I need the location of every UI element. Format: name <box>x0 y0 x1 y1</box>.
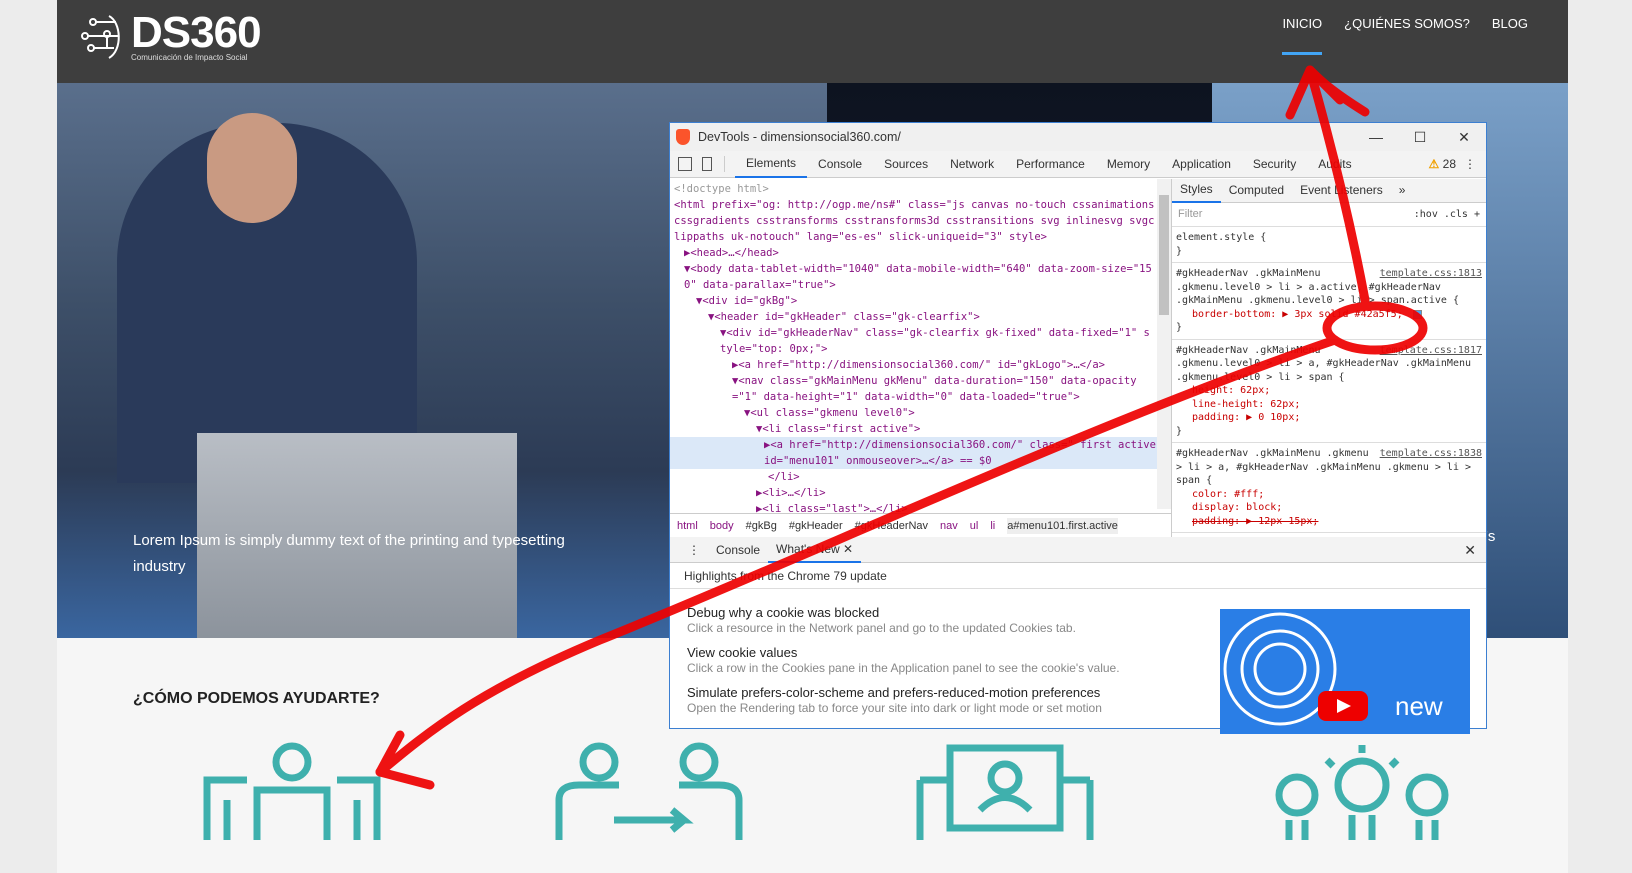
css-rule: template.css:1813 #gkHeaderNav .gkMainMen… <box>1172 263 1486 340</box>
css-property[interactable]: display: block; <box>1176 501 1482 515</box>
close-button[interactable]: ✕ <box>1442 129 1486 146</box>
tab-computed[interactable]: Computed <box>1221 179 1292 202</box>
color-swatch[interactable] <box>1413 309 1422 319</box>
whats-new-header: Highlights from the Chrome 79 update <box>670 563 1486 589</box>
dom-node[interactable]: ▶<li>…</li> <box>674 485 1155 501</box>
rule-source-link[interactable]: template.css:1838 <box>1380 447 1482 461</box>
rule-source-link[interactable]: template.css:1813 <box>1380 267 1482 281</box>
youtube-play-icon[interactable] <box>1318 691 1368 721</box>
breadcrumb: html body #gkBg #gkHeader #gkHeaderNav n… <box>670 513 1171 537</box>
warnings-count[interactable]: ⚠ 28 <box>1429 157 1456 171</box>
brave-lion-icon <box>676 129 690 145</box>
more-tabs-icon[interactable]: » <box>1391 179 1414 202</box>
devtools-window: DevTools - dimensionsocial360.com/ — ☐ ✕ E… <box>669 122 1487 734</box>
circuit-globe-icon <box>81 15 120 59</box>
tab-elements[interactable]: Elements <box>735 150 808 178</box>
css-property[interactable]: color: #fff; <box>1176 488 1482 502</box>
css-property[interactable]: line-height: 62px; <box>1176 398 1482 412</box>
tab-sources[interactable]: Sources <box>873 151 939 177</box>
logo-title: DS360 <box>131 7 262 57</box>
device-toolbar-icon[interactable] <box>702 157 712 171</box>
lightbulbs-icon <box>1275 745 1449 840</box>
team-icon <box>203 742 381 840</box>
crumb[interactable]: li <box>990 518 995 534</box>
dom-node[interactable]: ▼<header id="gkHeader" class="gk-clearfi… <box>674 309 1155 325</box>
dom-node[interactable]: <html prefix="og: http://ogp.me/ns#" cla… <box>674 197 1155 245</box>
warning-icon: ⚠ <box>1428 157 1440 171</box>
devtools-drawer: ⋮ Console What's New ✕ ✕ Highlights from… <box>670 537 1486 734</box>
nav-inicio[interactable]: INICIO <box>1282 0 1323 55</box>
css-property[interactable]: border-bottom: ▶ 3px solid #42a5f5; <box>1176 308 1482 322</box>
css-property[interactable]: padding: ▶ 12px 15px; <box>1176 515 1482 529</box>
site-logo[interactable]: DS360 Comunicación de Impacto Social <box>79 7 262 64</box>
crumb[interactable]: body <box>710 518 734 534</box>
css-property[interactable]: height: 62px; <box>1176 384 1482 398</box>
warnings-number: 28 <box>1442 157 1456 171</box>
tab-audits[interactable]: Audits <box>1307 151 1362 177</box>
crumb[interactable]: #gkBg <box>746 518 777 534</box>
whats-new-video[interactable]: new <box>1220 609 1470 734</box>
exchange-icon <box>555 742 743 840</box>
crumb[interactable]: ul <box>970 518 979 534</box>
section-title: ¿CÓMO PODEMOS AYUDARTE? <box>133 690 380 707</box>
elements-scrollbar[interactable] <box>1157 179 1171 509</box>
window-title: DevTools - dimensionsocial360.com/ <box>698 130 901 144</box>
tab-event-listeners[interactable]: Event Listeners <box>1292 179 1391 202</box>
close-tab-icon[interactable]: ✕ <box>843 542 853 556</box>
crumb[interactable]: #gkHeader <box>789 518 843 534</box>
profile-screen-icon <box>916 744 1094 840</box>
css-rule: element.style {} <box>1172 227 1486 263</box>
tab-network[interactable]: Network <box>939 151 1005 177</box>
tab-application[interactable]: Application <box>1161 151 1242 177</box>
nav-quienes-somos[interactable]: ¿QUIÉNES SOMOS? <box>1344 0 1470 55</box>
crumb[interactable]: nav <box>940 518 958 534</box>
inspect-element-icon[interactable] <box>678 157 692 171</box>
services-icons <box>197 740 1457 840</box>
drawer-tab-whats-new[interactable]: What's New ✕ <box>768 537 862 563</box>
elements-tree[interactable]: <!doctype html> <html prefix="og: http:/… <box>670 179 1172 537</box>
dom-node-selected[interactable]: ▶<a href="http://dimensionsocial360.com/… <box>670 437 1171 469</box>
site-header: DS360 Comunicación de Impacto Social INIC… <box>57 0 1568 83</box>
main-nav: INICIO ¿QUIÉNES SOMOS? BLOG <box>1282 0 1528 55</box>
maximize-button[interactable]: ☐ <box>1398 129 1442 146</box>
styles-filter-input[interactable]: Filter <box>1178 208 1202 222</box>
tab-security[interactable]: Security <box>1242 151 1307 177</box>
dom-node[interactable]: ▼<ul class="gkmenu level0"> <box>674 405 1155 421</box>
dom-node[interactable]: ▶<head>…</head> <box>674 245 1155 261</box>
hero-caption: Lorem Ipsum is simply dummy text of the … <box>133 532 565 575</box>
tab-performance[interactable]: Performance <box>1005 151 1096 177</box>
close-drawer-icon[interactable]: ✕ <box>1456 538 1486 562</box>
css-rule: template.css:1838 #gkHeaderNav .gkMainMen… <box>1172 443 1486 533</box>
crumb[interactable]: html <box>677 518 698 534</box>
dom-node[interactable]: ▶<a href="http://dimensionsocial360.com/… <box>674 357 1155 373</box>
dom-node[interactable]: ▼<body data-tablet-width="1040" data-mob… <box>674 261 1155 293</box>
crumb-selected[interactable]: a#menu101.first.active <box>1007 517 1118 534</box>
dom-node[interactable]: ▼<div id="gkHeaderNav" class="gk-clearfi… <box>674 325 1155 357</box>
dom-node[interactable]: ▼<nav class="gkMainMenu gkMenu" data-dur… <box>674 373 1155 405</box>
dom-node[interactable]: </li> <box>674 469 1155 485</box>
rule-selector: element.style { <box>1176 232 1267 243</box>
dom-node[interactable]: ▼<div id="gkBg"> <box>674 293 1155 309</box>
dom-node[interactable]: <!doctype html> <box>674 181 1155 197</box>
styles-pane: Styles Computed Event Listeners » Filter… <box>1172 179 1486 537</box>
more-options-icon[interactable]: ⋮ <box>1464 157 1476 171</box>
video-label: new <box>1395 691 1443 721</box>
crumb[interactable]: #gkHeaderNav <box>855 518 928 534</box>
drawer-tab-console[interactable]: Console <box>708 538 768 562</box>
nav-blog[interactable]: BLOG <box>1492 0 1528 55</box>
dom-node[interactable]: ▼<li class="first active"> <box>674 421 1155 437</box>
css-rule: template.css:1817 #gkHeaderNav .gkMainMen… <box>1172 340 1486 443</box>
devtools-titlebar: DevTools - dimensionsocial360.com/ — ☐ ✕ <box>670 123 1486 151</box>
minimize-button[interactable]: — <box>1354 129 1398 146</box>
tab-memory[interactable]: Memory <box>1096 151 1161 177</box>
filter-tools[interactable]: :hov .cls + <box>1414 208 1480 222</box>
css-property[interactable]: padding: ▶ 0 10px; <box>1176 411 1482 425</box>
devtools-tabbar: Elements Console Sources Network Perform… <box>670 151 1486 178</box>
rule-source-link[interactable]: template.css:1817 <box>1380 344 1482 358</box>
drawer-menu-icon[interactable]: ⋮ <box>680 538 708 562</box>
logo-subtitle: Comunicación de Impacto Social <box>131 52 248 62</box>
tab-console[interactable]: Console <box>807 151 873 177</box>
tab-styles[interactable]: Styles <box>1172 179 1221 203</box>
